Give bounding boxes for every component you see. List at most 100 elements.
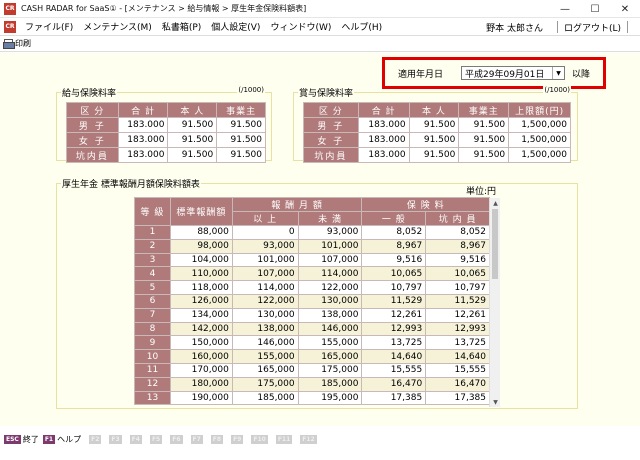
table-cell[interactable]: 91.500 bbox=[167, 132, 218, 148]
table-cell[interactable]: 138,000 bbox=[231, 321, 299, 337]
table-cell[interactable]: 101,000 bbox=[297, 238, 363, 254]
table-cell[interactable]: 15,555 bbox=[425, 362, 490, 378]
table-cell[interactable]: 93,000 bbox=[297, 225, 363, 240]
table-cell[interactable]: 185,000 bbox=[297, 376, 363, 392]
table-cell[interactable]: 126,000 bbox=[169, 293, 233, 309]
table-cell[interactable]: 8,052 bbox=[425, 225, 490, 240]
scroll-down-icon[interactable]: ▼ bbox=[490, 397, 501, 407]
table-cell[interactable]: 10,065 bbox=[361, 266, 427, 282]
table-row[interactable]: 1 88,000 0 93,000 8,052 8,052 bbox=[134, 225, 490, 240]
print-button[interactable]: 印刷 bbox=[3, 38, 31, 49]
table-row[interactable]: 4 110,000 107,000 114,000 10,065 10,065 bbox=[134, 266, 490, 282]
scroll-thumb[interactable] bbox=[492, 209, 498, 279]
table-cell[interactable]: 114,000 bbox=[297, 266, 363, 282]
table-cell[interactable]: 91.500 bbox=[408, 132, 460, 148]
table-cell[interactable]: 114,000 bbox=[231, 280, 299, 295]
table-cell[interactable]: 15,555 bbox=[361, 362, 427, 378]
menu-mailbox[interactable]: 私書箱(P) bbox=[157, 20, 206, 33]
table-cell[interactable]: 12,993 bbox=[425, 321, 490, 337]
table-cell[interactable]: 165,000 bbox=[231, 362, 299, 378]
table-cell[interactable]: 98,000 bbox=[169, 238, 233, 254]
table-cell[interactable]: 130,000 bbox=[231, 307, 299, 323]
table-cell[interactable]: 175,000 bbox=[231, 376, 299, 392]
table-cell[interactable]: 183.000 bbox=[117, 117, 169, 133]
function-key-esc[interactable]: ESC 終了 bbox=[4, 434, 39, 445]
table-cell[interactable]: 10,797 bbox=[361, 280, 427, 295]
table-cell[interactable]: 91.500 bbox=[167, 117, 218, 133]
menu-file[interactable]: ファイル(F) bbox=[20, 20, 78, 33]
table-cell[interactable]: 16,470 bbox=[425, 376, 490, 392]
table-cell[interactable]: 130,000 bbox=[297, 293, 363, 309]
table-row[interactable]: 8 142,000 138,000 146,000 12,993 12,993 bbox=[134, 321, 490, 337]
table-cell[interactable]: 16,470 bbox=[361, 376, 427, 392]
menu-help[interactable]: ヘルプ(H) bbox=[336, 20, 387, 33]
table-cell[interactable]: 8,052 bbox=[361, 225, 427, 240]
table-cell[interactable]: 175,000 bbox=[297, 362, 363, 378]
table-cell[interactable]: 160,000 bbox=[169, 349, 233, 364]
table-cell[interactable]: 107,000 bbox=[231, 266, 299, 282]
table-cell[interactable]: 110,000 bbox=[169, 266, 233, 282]
table-cell[interactable]: 13,725 bbox=[361, 335, 427, 351]
table-cell[interactable]: 17,385 bbox=[361, 390, 427, 406]
table-cell[interactable]: 155,000 bbox=[231, 349, 299, 364]
table-cell[interactable]: 91.500 bbox=[458, 117, 510, 133]
table-cell[interactable]: 11,529 bbox=[361, 293, 427, 309]
table-cell[interactable]: 12,261 bbox=[425, 307, 490, 323]
table-row[interactable]: 5 118,000 114,000 122,000 10,797 10,797 bbox=[134, 280, 490, 295]
table-cell[interactable]: 91.500 bbox=[408, 147, 460, 163]
menu-window[interactable]: ウィンドウ(W) bbox=[265, 20, 336, 33]
table-row[interactable]: 12 180,000 175,000 185,000 16,470 16,470 bbox=[134, 376, 490, 392]
table-cell[interactable]: 0 bbox=[231, 225, 299, 240]
table-row[interactable]: 13 190,000 185,000 195,000 17,385 17,385 bbox=[134, 390, 490, 406]
logout-button[interactable]: ログアウト(L) bbox=[564, 21, 621, 34]
table-cell[interactable]: 185,000 bbox=[231, 390, 299, 406]
table-cell[interactable]: 8,967 bbox=[361, 238, 427, 254]
maximize-button[interactable]: ☐ bbox=[580, 0, 610, 18]
table-row[interactable]: 11 170,000 165,000 175,000 15,555 15,555 bbox=[134, 362, 490, 378]
table-cell[interactable]: 10,065 bbox=[425, 266, 490, 282]
table-row[interactable]: 6 126,000 122,000 130,000 11,529 11,529 bbox=[134, 293, 490, 309]
table-cell[interactable]: 9,516 bbox=[425, 252, 490, 268]
table-cell[interactable]: 91.500 bbox=[216, 132, 266, 148]
table-cell[interactable]: 1,500,000 bbox=[508, 132, 571, 148]
table-cell[interactable]: 101,000 bbox=[231, 252, 299, 268]
table-cell[interactable]: 170,000 bbox=[169, 362, 233, 378]
table-row[interactable]: 10 160,000 155,000 165,000 14,640 14,640 bbox=[134, 349, 490, 364]
table-cell[interactable]: 155,000 bbox=[297, 335, 363, 351]
table-row[interactable]: 7 134,000 130,000 138,000 12,261 12,261 bbox=[134, 307, 490, 323]
table-cell[interactable]: 122,000 bbox=[297, 280, 363, 295]
table-cell[interactable]: 14,640 bbox=[425, 349, 490, 364]
table-cell[interactable]: 183.000 bbox=[357, 132, 410, 148]
table-row[interactable]: 9 150,000 146,000 155,000 13,725 13,725 bbox=[134, 335, 490, 351]
table-cell[interactable]: 190,000 bbox=[169, 390, 233, 406]
menu-maintenance[interactable]: メンテナンス(M) bbox=[78, 20, 157, 33]
table-cell[interactable]: 91.500 bbox=[167, 147, 218, 163]
table-cell[interactable]: 8,967 bbox=[425, 238, 490, 254]
app-menu-icon[interactable]: CR bbox=[4, 20, 16, 33]
table-cell[interactable]: 9,516 bbox=[361, 252, 427, 268]
table-cell[interactable]: 91.500 bbox=[216, 117, 266, 133]
date-select[interactable]: 平成29年09月01日 ▼ bbox=[461, 66, 566, 80]
table-cell[interactable]: 183.000 bbox=[117, 132, 169, 148]
chevron-down-icon[interactable]: ▼ bbox=[552, 67, 564, 79]
menu-personal-settings[interactable]: 個人設定(V) bbox=[206, 20, 265, 33]
table-cell[interactable]: 134,000 bbox=[169, 307, 233, 323]
table-cell[interactable]: 183.000 bbox=[357, 117, 410, 133]
table-cell[interactable]: 12,993 bbox=[361, 321, 427, 337]
table-cell[interactable]: 12,261 bbox=[361, 307, 427, 323]
table-cell[interactable]: 122,000 bbox=[231, 293, 299, 309]
table-cell[interactable]: 91.500 bbox=[458, 132, 510, 148]
minimize-button[interactable]: — bbox=[550, 0, 580, 18]
table-cell[interactable]: 91.500 bbox=[216, 147, 266, 163]
table-cell[interactable]: 183.000 bbox=[357, 147, 410, 163]
table-cell[interactable]: 1,500,000 bbox=[508, 117, 571, 133]
table-row[interactable]: 2 98,000 93,000 101,000 8,967 8,967 bbox=[134, 238, 490, 254]
table-cell[interactable]: 150,000 bbox=[169, 335, 233, 351]
function-key-f1[interactable]: F1 ヘルプ bbox=[42, 434, 81, 445]
table-cell[interactable]: 17,385 bbox=[425, 390, 490, 406]
table-cell[interactable]: 146,000 bbox=[231, 335, 299, 351]
table-cell[interactable]: 104,000 bbox=[169, 252, 233, 268]
table-cell[interactable]: 118,000 bbox=[169, 280, 233, 295]
table-cell[interactable]: 14,640 bbox=[361, 349, 427, 364]
table-cell[interactable]: 146,000 bbox=[297, 321, 363, 337]
